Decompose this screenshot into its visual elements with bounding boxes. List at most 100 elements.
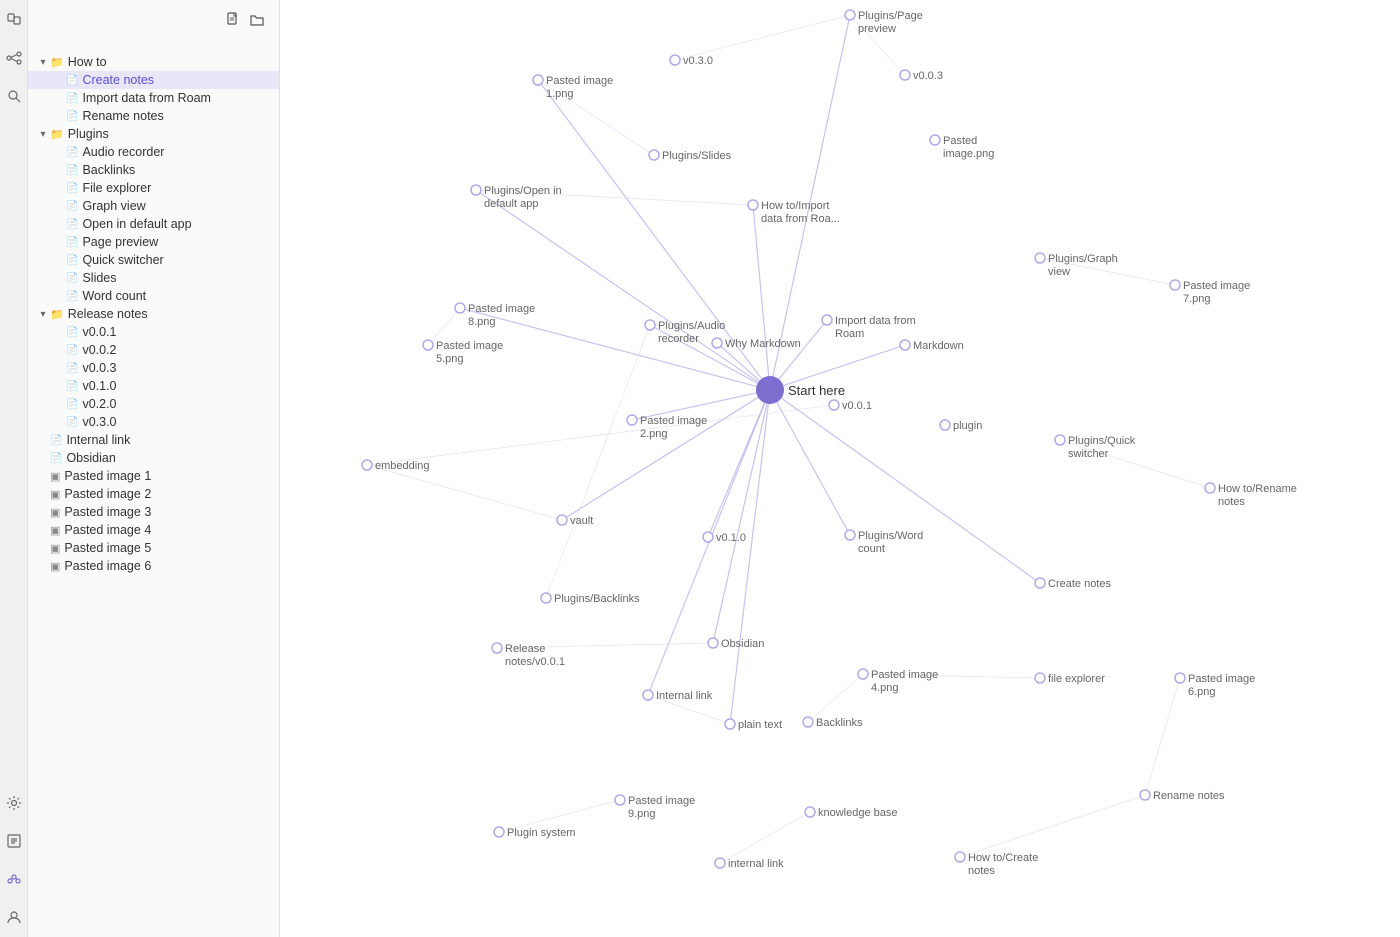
node-label: count <box>858 543 885 555</box>
file-icon: 📄 <box>66 165 78 176</box>
sidebar-item-create-notes[interactable]: 📄 Create notes <box>28 71 279 89</box>
file-icon: 📄 <box>66 147 78 158</box>
sidebar-item-v010[interactable]: 📄 v0.1.0 <box>28 377 279 395</box>
graph-edge-secondary <box>960 795 1145 857</box>
center-node-label: Start here <box>788 383 845 398</box>
sidebar-item-v003[interactable]: 📄 v0.0.3 <box>28 359 279 377</box>
graph-node-markdown-node[interactable]: Markdown <box>900 340 964 352</box>
file-label: Quick switcher <box>82 253 271 267</box>
sidebar-item-pasted-image-4[interactable]: ▣ Pasted image 4 <box>28 521 279 539</box>
graph-node-embedding-node[interactable]: embedding <box>362 460 429 472</box>
graph-node-pasted-image-9png[interactable]: Pasted image9.png <box>615 795 695 820</box>
graph-container[interactable]: Plugins/Pagepreviewv0.3.0v0.0.3Pasted im… <box>280 0 1400 937</box>
file-icon: 📄 <box>66 417 78 428</box>
graph-node-v010-node[interactable]: v0.1.0 <box>703 532 746 544</box>
node-label: plugin <box>953 420 982 432</box>
sidebar-item-v002[interactable]: 📄 v0.0.2 <box>28 341 279 359</box>
graph-node-create-notes-node[interactable]: Create notes <box>1035 578 1111 590</box>
sidebar-item-file-explorer[interactable]: 📄 File explorer <box>28 179 279 197</box>
sidebar-item-backlinks[interactable]: 📄 Backlinks <box>28 161 279 179</box>
graph-node-obsidian-node[interactable]: Obsidian <box>708 638 764 650</box>
node-label: Plugins/Backlinks <box>554 593 640 605</box>
file-icon: 📄 <box>50 435 62 446</box>
node-label: Pasted image <box>468 303 535 315</box>
sidebar-item-pasted-image-3[interactable]: ▣ Pasted image 3 <box>28 503 279 521</box>
graph-node-plugins-slides[interactable]: Plugins/Slides <box>649 150 732 162</box>
sidebar-item-open-default-app[interactable]: 📄 Open in default app <box>28 215 279 233</box>
file-label: Rename notes <box>82 109 271 123</box>
sidebar-item-audio-recorder[interactable]: 📄 Audio recorder <box>28 143 279 161</box>
graph-node-rename-notes-node[interactable]: Rename notes <box>1140 790 1225 802</box>
files-icon[interactable] <box>4 10 24 30</box>
graph-node-internal-link-node[interactable]: Internal link <box>643 690 713 702</box>
community-icon[interactable] <box>4 869 24 889</box>
sidebar-item-pasted-image-2[interactable]: ▣ Pasted image 2 <box>28 485 279 503</box>
new-folder-button[interactable] <box>249 12 265 33</box>
graph-node-pasted-image-5png[interactable]: Pasted image5.png <box>423 340 503 365</box>
node-label: embedding <box>375 460 429 472</box>
graph-node-how-to-import[interactable]: How to/Importdata from Roa... <box>748 200 840 225</box>
graph-node-knowledge-base[interactable]: knowledge base <box>805 807 898 819</box>
file-label: Graph view <box>82 199 271 213</box>
notes-icon[interactable] <box>4 831 24 851</box>
sidebar-actions <box>225 12 265 33</box>
search-icon[interactable] <box>4 86 24 106</box>
sidebar-item-quick-switcher[interactable]: 📄 Quick switcher <box>28 251 279 269</box>
account-icon[interactable] <box>4 907 24 927</box>
graph-node-pasted-image-4png[interactable]: Pasted image4.png <box>858 669 938 694</box>
sidebar-item-import-data[interactable]: 📄 Import data from Roam <box>28 89 279 107</box>
file-icon: 📄 <box>66 345 78 356</box>
file-icon: 📄 <box>66 183 78 194</box>
new-file-button[interactable] <box>225 12 241 33</box>
sidebar-item-pasted-image-6[interactable]: ▣ Pasted image 6 <box>28 557 279 575</box>
sidebar-item-word-count[interactable]: 📄 Word count <box>28 287 279 305</box>
graph-node-pasted-image-7[interactable]: Pasted image7.png <box>1170 280 1250 305</box>
sidebar-item-plugins[interactable]: ▾ 📁 Plugins <box>28 125 279 143</box>
sidebar-item-release-notes[interactable]: ▾ 📁 Release notes <box>28 305 279 323</box>
graph-node-plugins-word-count[interactable]: Plugins/Wordcount <box>845 530 923 555</box>
graph-node-import-data-roam[interactable]: Import data fromRoam <box>822 315 916 340</box>
sidebar-item-internal-link[interactable]: 📄 Internal link <box>28 431 279 449</box>
graph-node-plugins-quick-switcher[interactable]: Plugins/Quickswitcher <box>1055 435 1136 460</box>
sidebar-item-v020[interactable]: 📄 v0.2.0 <box>28 395 279 413</box>
graph-node-v001-node[interactable]: v0.0.1 <box>829 400 872 412</box>
node-label: notes <box>1218 496 1245 508</box>
graph-icon[interactable] <box>4 48 24 68</box>
graph-node-file-explorer-node[interactable]: file explorer <box>1035 673 1105 685</box>
graph-node-plugin-node[interactable]: plugin <box>940 420 982 432</box>
graph-node-plugins-open-default[interactable]: Plugins/Open indefault app <box>471 185 562 210</box>
sidebar-item-page-preview[interactable]: 📄 Page preview <box>28 233 279 251</box>
sidebar-item-obsidian[interactable]: 📄 Obsidian <box>28 449 279 467</box>
graph-node-v003-node[interactable]: v0.0.3 <box>900 70 943 82</box>
graph-node-why-markdown[interactable]: Why Markdown <box>712 338 801 350</box>
node-label: Markdown <box>913 340 964 352</box>
sidebar-item-how-to[interactable]: ▾ 📁 How to <box>28 53 279 71</box>
sidebar-item-rename-notes[interactable]: 📄 Rename notes <box>28 107 279 125</box>
graph-node-plain-text-node[interactable]: plain text <box>725 719 782 731</box>
file-label: Page preview <box>82 235 271 249</box>
graph-node-how-to-create[interactable]: How to/Createnotes <box>955 852 1038 877</box>
file-icon: 📄 <box>66 93 78 104</box>
graph-node-pasted-image-png[interactable]: Pastedimage.png <box>930 135 994 160</box>
graph-node-backlinks-node[interactable]: Backlinks <box>803 717 863 729</box>
sidebar-item-pasted-image-1[interactable]: ▣ Pasted image 1 <box>28 467 279 485</box>
graph-node-plugin-system[interactable]: Plugin system <box>494 827 575 839</box>
node-label: vault <box>570 515 593 527</box>
sidebar-item-pasted-image-5[interactable]: ▣ Pasted image 5 <box>28 539 279 557</box>
graph-node-plugins-backlinks[interactable]: Plugins/Backlinks <box>541 593 640 605</box>
graph-node-vault-node[interactable]: vault <box>557 515 593 527</box>
settings-icon[interactable] <box>4 793 24 813</box>
graph-node-v030-node[interactable]: v0.3.0 <box>670 55 713 67</box>
node-label: How to/Create <box>968 852 1038 864</box>
graph-node-pasted-image-6png[interactable]: Pasted image6.png <box>1175 673 1255 698</box>
node-label: Plugins/Quick <box>1068 435 1136 447</box>
file-label: v0.0.3 <box>82 361 271 375</box>
sidebar-item-v030[interactable]: 📄 v0.3.0 <box>28 413 279 431</box>
sidebar-item-v001[interactable]: 📄 v0.0.1 <box>28 323 279 341</box>
node-label: preview <box>858 23 896 35</box>
sidebar-item-graph-view[interactable]: 📄 Graph view <box>28 197 279 215</box>
sidebar-item-slides[interactable]: 📄 Slides <box>28 269 279 287</box>
graph-node-how-to-rename[interactable]: How to/Renamenotes <box>1205 483 1297 508</box>
graph-node-pasted-image-1png[interactable]: Pasted image1.png <box>533 75 613 100</box>
node-label: plain text <box>738 719 782 731</box>
